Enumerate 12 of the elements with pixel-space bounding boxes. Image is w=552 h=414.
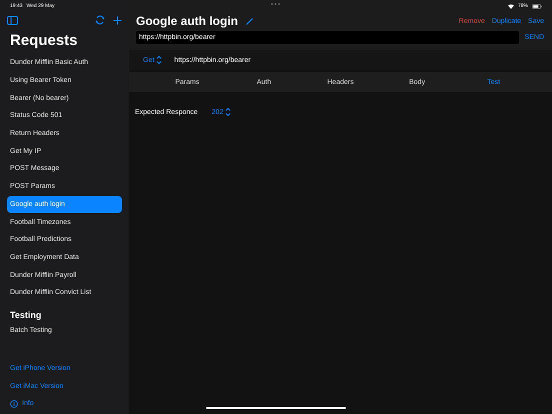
wifi-icon <box>508 4 514 8</box>
add-icon[interactable] <box>113 16 122 24</box>
chevron-updown-icon <box>156 55 162 65</box>
pencil-icon[interactable] <box>246 18 253 24</box>
sidebar-title: Requests <box>10 32 79 49</box>
request-title: Google auth login <box>136 14 238 28</box>
battery-icon <box>532 4 542 8</box>
sidebar-toggle-icon[interactable] <box>7 16 18 24</box>
section-heading: Testing <box>10 310 42 320</box>
refresh-icon[interactable] <box>95 15 105 25</box>
info-icon[interactable] <box>10 400 18 408</box>
chevron-updown-icon <box>225 107 232 117</box>
